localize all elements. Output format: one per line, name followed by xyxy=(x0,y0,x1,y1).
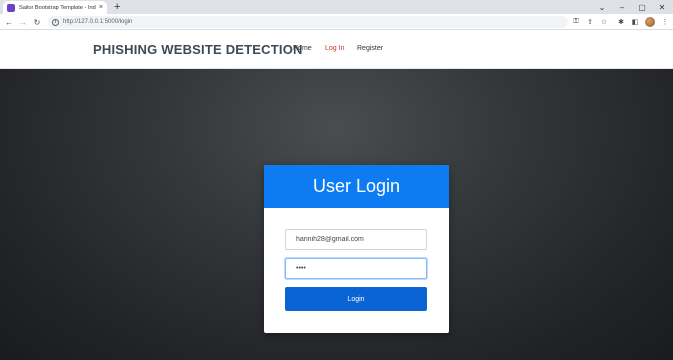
url-text[interactable]: http://127.0.0.1:5000/login xyxy=(63,19,132,25)
site-info-icon[interactable]: i xyxy=(52,18,59,26)
site-favicon-icon xyxy=(7,3,15,12)
login-card: User Login Login xyxy=(264,165,449,333)
close-tab-icon[interactable]: × xyxy=(99,4,103,11)
site-header: PHISHING WEBSITE DETECTION Home Log In R… xyxy=(0,31,673,69)
tab-title: Sailor Bootstrap Template - Index xyxy=(19,4,96,11)
address-bar[interactable]: i http://127.0.0.1:5000/login xyxy=(48,16,568,28)
login-card-header: User Login xyxy=(264,165,449,208)
nav-link-home[interactable]: Home xyxy=(293,45,312,52)
brand-logo-text[interactable]: PHISHING WEBSITE DETECTION xyxy=(93,42,303,57)
forward-icon[interactable]: → xyxy=(17,14,29,30)
nav-link-register[interactable]: Register xyxy=(357,45,383,52)
nav-link-login[interactable]: Log In xyxy=(325,45,344,52)
login-button[interactable]: Login xyxy=(285,287,427,311)
new-tab-button[interactable]: + xyxy=(114,0,120,14)
menu-kebab-icon[interactable]: ⋮ xyxy=(659,16,671,28)
password-field[interactable] xyxy=(285,258,427,279)
browser-tab[interactable]: Sailor Bootstrap Template - Index × xyxy=(3,1,107,14)
minimize-icon[interactable]: – xyxy=(612,0,632,14)
login-title: User Login xyxy=(312,176,401,196)
profile-avatar[interactable] xyxy=(645,17,655,27)
close-window-icon[interactable]: ✕ xyxy=(652,0,672,14)
browser-tabstrip: Sailor Bootstrap Template - Index × + ⌄ … xyxy=(0,0,673,14)
key-icon[interactable]: ⚿ xyxy=(570,16,582,28)
back-icon[interactable]: ← xyxy=(3,14,15,30)
bookmark-star-icon[interactable]: ☆ xyxy=(598,16,610,28)
share-icon[interactable]: ⇪ xyxy=(584,16,596,28)
side-panel-icon[interactable]: ◧ xyxy=(629,16,641,28)
extensions-icon[interactable]: ✱ xyxy=(615,16,627,28)
browser-toolbar: ← → ↻ i http://127.0.0.1:5000/login ⚿ ⇪ … xyxy=(0,14,673,30)
maximize-icon[interactable]: ▢ xyxy=(632,0,652,14)
email-field[interactable] xyxy=(285,229,427,250)
reload-icon[interactable]: ↻ xyxy=(31,14,43,30)
tab-search-icon[interactable]: ⌄ xyxy=(592,0,612,14)
